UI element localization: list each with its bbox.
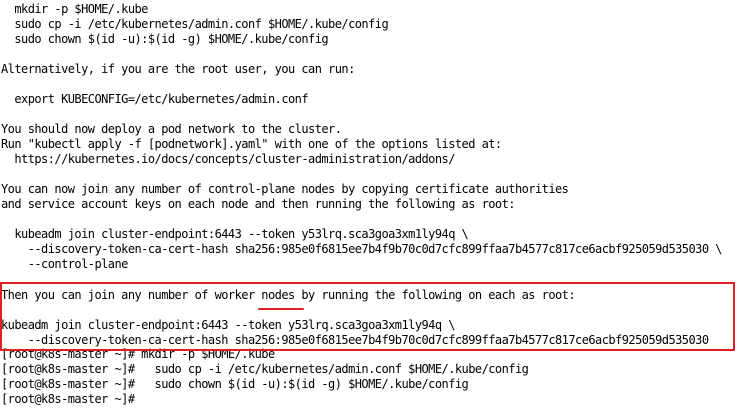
terminal-line: export KUBECONFIG=/etc/kubernetes/admin.… bbox=[1, 92, 309, 106]
terminal-line: --control-plane bbox=[1, 257, 129, 271]
terminal-line: kubeadm join cluster-endpoint:6443 --tok… bbox=[1, 227, 469, 241]
red-underline-mark bbox=[258, 308, 304, 310]
terminal-line: and service account keys on each node an… bbox=[1, 197, 516, 211]
terminal-line: sudo cp -i /etc/kubernetes/admin.conf $H… bbox=[1, 17, 389, 31]
terminal-line: sudo chown $(id -u):$(id -g) $HOME/.kube… bbox=[1, 32, 329, 46]
terminal-prompt[interactable]: [root@k8s-master ~]# bbox=[1, 392, 141, 407]
terminal-line: [root@k8s-master ~]# sudo cp -i /etc/kub… bbox=[1, 362, 529, 376]
terminal-line: [root@k8s-master ~]# sudo chown $(id -u)… bbox=[1, 377, 469, 391]
terminal-line: https://kubernetes.io/docs/concepts/clus… bbox=[1, 152, 455, 166]
terminal-line: --discovery-token-ca-cert-hash sha256:98… bbox=[1, 242, 723, 256]
terminal-line: You can now join any number of control-p… bbox=[1, 182, 569, 196]
terminal-line: Run "kubectl apply -f [podnetwork].yaml"… bbox=[1, 137, 502, 151]
terminal-line: mkdir -p $HOME/.kube bbox=[1, 2, 148, 16]
terminal-line: Alternatively, if you are the root user,… bbox=[1, 62, 355, 76]
terminal-window[interactable]: mkdir -p $HOME/.kube sudo cp -i /etc/kub… bbox=[0, 0, 753, 409]
red-highlight-box bbox=[0, 282, 735, 351]
terminal-line: You should now deploy a pod network to t… bbox=[1, 122, 342, 136]
